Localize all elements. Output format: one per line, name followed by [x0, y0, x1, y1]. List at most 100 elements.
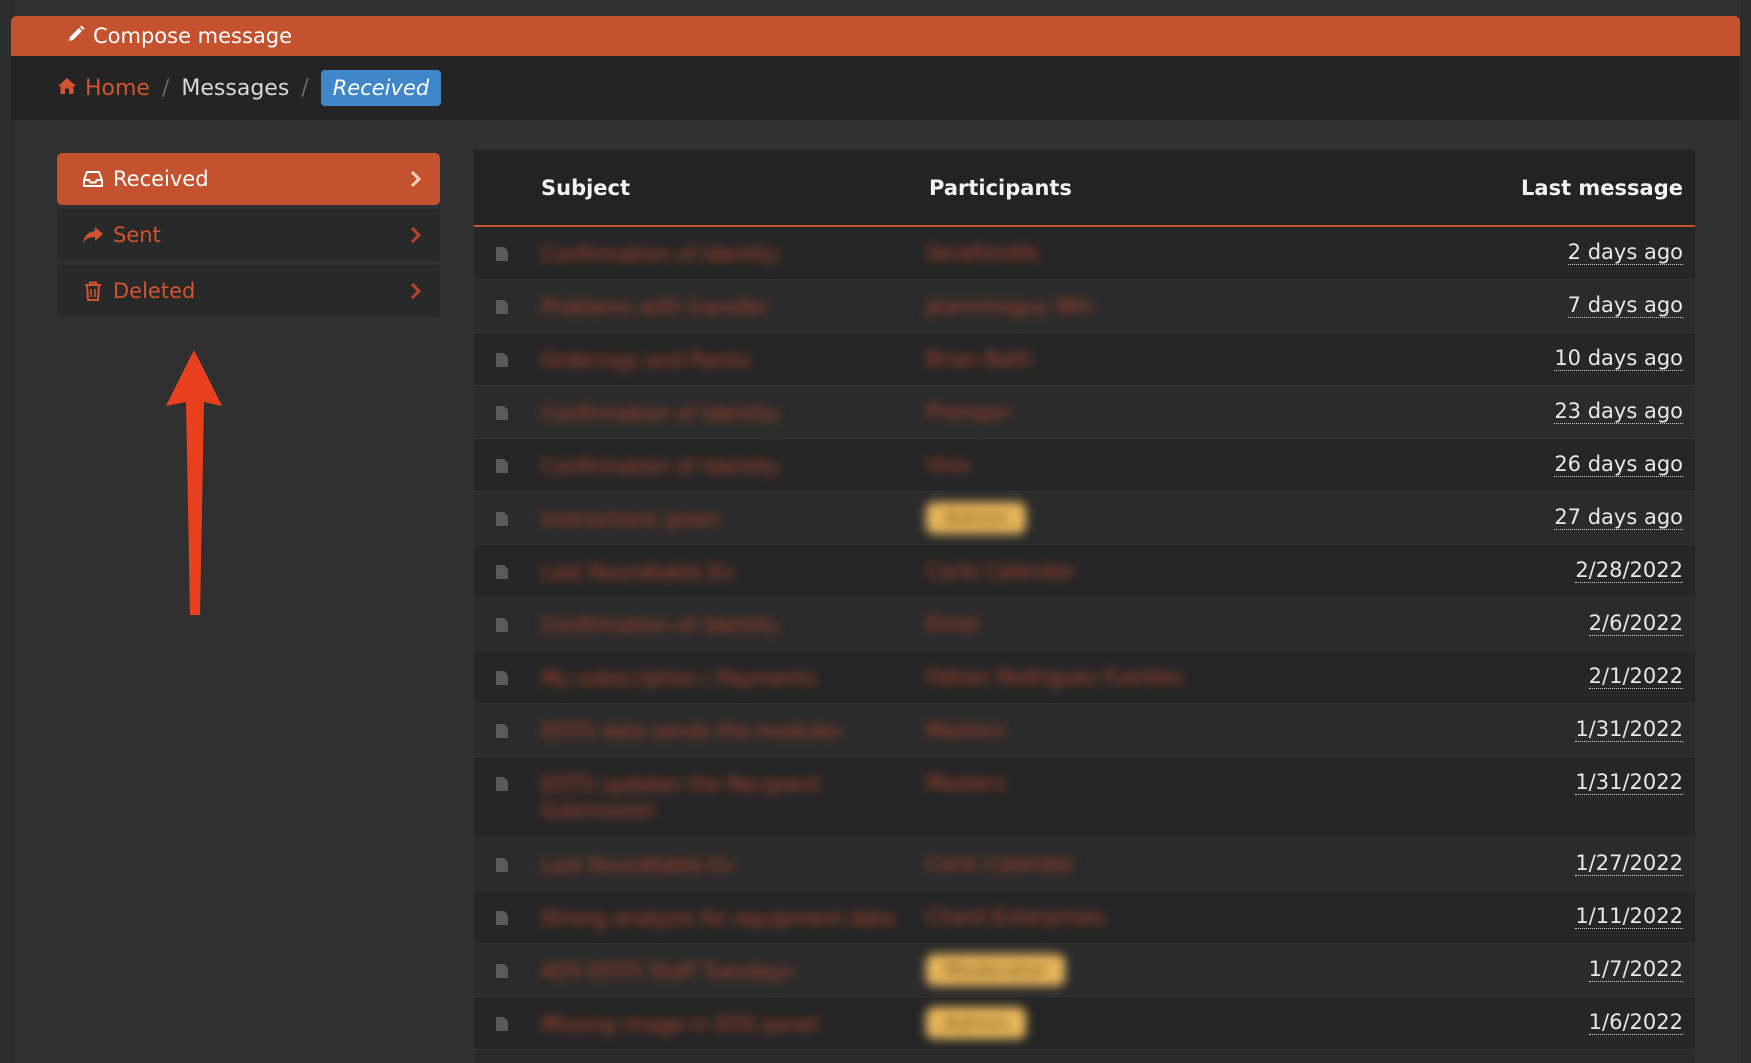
table-row[interactable]: Confirmation of Identity Elrod 2/6/2022	[474, 598, 1695, 651]
message-subject-link[interactable]: EOTS data sends the modules	[541, 718, 841, 744]
document-icon	[496, 1017, 508, 1031]
breadcrumb-separator: /	[301, 75, 309, 101]
message-last-date: 1/31/2022	[1575, 717, 1683, 742]
message-participants: Admin	[926, 502, 1026, 534]
table-row[interactable]: EOTS updates the Recipient Submission Mas…	[474, 757, 1695, 838]
document-icon	[496, 964, 508, 978]
message-subject-link[interactable]: Orderings and Paints	[541, 347, 749, 373]
message-subject-link[interactable]: Missing image in EOS panel	[541, 1011, 818, 1037]
message-participants: Vino	[926, 453, 970, 477]
table-body: Confirmation of Identity Serafimidik 2 day…	[474, 227, 1695, 1050]
document-icon	[496, 300, 508, 314]
message-participants: Chard Enterprises	[926, 905, 1106, 929]
column-header-subject[interactable]: Subject	[541, 176, 630, 200]
pencil-icon	[67, 24, 85, 48]
table-header: Subject Participants Last message	[474, 150, 1695, 227]
nav-item-deleted[interactable]: Deleted	[57, 265, 440, 317]
message-participants: Masters	[926, 771, 1005, 795]
table-row[interactable]: EOTS data sends the modules Masters 1/31/2…	[474, 704, 1695, 757]
message-last-date: 1/11/2022	[1575, 904, 1683, 929]
document-icon	[496, 671, 508, 685]
nav-item-received-label: Received	[113, 167, 209, 191]
breadcrumb: Home / Messages / Received	[11, 56, 1740, 120]
message-subject-link[interactable]: ADS EOTS Staff Tuesdays	[541, 958, 794, 984]
message-participants: Prempor	[926, 400, 1011, 424]
breadcrumb-messages[interactable]: Messages	[181, 76, 289, 101]
column-header-last-message[interactable]: Last message	[1521, 176, 1683, 200]
table-row[interactable]: Confirmation of Identity Serafimidik 2 day…	[474, 227, 1695, 280]
table-row[interactable]: Missing image in EOS panel Admin 1/6/2022	[474, 997, 1695, 1050]
message-last-date: 1/27/2022	[1575, 851, 1683, 876]
message-subject-link[interactable]: Instructions given	[541, 506, 720, 532]
nav-item-sent[interactable]: Sent	[57, 209, 440, 261]
message-subject-link[interactable]: Problems with transfer	[541, 294, 767, 320]
table-row[interactable]: My subscription / Payments Fabian Rodrigu…	[474, 651, 1695, 704]
message-last-date: 26 days ago	[1554, 452, 1683, 477]
table-row[interactable]: ADS EOTS Staff Tuesdays Moderator 1/7/2022	[474, 944, 1695, 997]
table-row[interactable]: Instructions given Admin 27 days ago	[474, 492, 1695, 545]
chevron-right-icon	[410, 225, 422, 249]
breadcrumb-home-label: Home	[85, 75, 150, 101]
message-last-date: 2/1/2022	[1588, 664, 1683, 689]
chevron-right-icon	[410, 281, 422, 305]
mailbox-nav: Received Sent Deleted	[57, 153, 440, 321]
message-last-date: 1/6/2022	[1588, 1010, 1683, 1035]
message-participants: Carlo Calendar	[926, 852, 1075, 876]
document-icon	[496, 565, 508, 579]
document-icon	[496, 911, 508, 925]
document-icon	[496, 247, 508, 261]
share-icon	[82, 224, 104, 246]
message-subject-link[interactable]: Confirmation of Identity	[541, 400, 779, 426]
message-subject-link[interactable]: Last Roundtable Ex	[541, 559, 734, 585]
message-participants: jeanninoguy Win	[926, 294, 1094, 318]
document-icon	[496, 777, 508, 791]
table-row[interactable]: Strong analysis for equipment data Chard …	[474, 891, 1695, 944]
table-row[interactable]: Confirmation of Identity Prempor 23 days a…	[474, 386, 1695, 439]
table-row[interactable]: Problems with transfer jeanninoguy Win 7 d…	[474, 280, 1695, 333]
message-last-date: 27 days ago	[1554, 505, 1683, 530]
breadcrumb-separator: /	[161, 75, 170, 101]
message-participants: Moderator	[926, 954, 1066, 986]
messages-table: Subject Participants Last message Confir…	[474, 150, 1695, 1063]
message-last-date: 2/6/2022	[1588, 611, 1683, 636]
document-icon	[496, 459, 508, 473]
message-subject-link[interactable]: Confirmation of Identity	[541, 612, 779, 638]
message-subject-link[interactable]: Strong analysis for equipment data	[541, 905, 894, 931]
chevron-right-icon	[410, 169, 422, 193]
nav-item-deleted-label: Deleted	[113, 279, 196, 303]
column-header-participants[interactable]: Participants	[929, 176, 1072, 200]
compose-message-button[interactable]: Compose message	[67, 24, 292, 48]
document-icon	[496, 618, 508, 632]
nav-item-sent-label: Sent	[113, 223, 161, 247]
table-row[interactable]: Last Roundtable Ex Carlo Calendar 2/28/202…	[474, 545, 1695, 598]
message-participants: Brian Batti	[926, 347, 1033, 371]
message-participants: Elrod	[926, 612, 977, 636]
message-last-date: 23 days ago	[1554, 399, 1683, 424]
table-row[interactable]: Orderings and Paints Brian Batti 10 days a…	[474, 333, 1695, 386]
compose-message-label: Compose message	[93, 24, 293, 48]
table-row[interactable]: Confirmation of Identity Vino 26 days ago	[474, 439, 1695, 492]
breadcrumb-current: Received	[320, 70, 442, 106]
nav-item-received[interactable]: Received	[57, 153, 440, 205]
document-icon	[496, 353, 508, 367]
message-subject-link[interactable]: EOTS updates the Recipient Submission	[541, 771, 901, 823]
document-icon	[496, 512, 508, 526]
breadcrumb-home[interactable]: Home	[57, 76, 150, 101]
message-participants: Fabian Rodriguez Fuentes	[926, 665, 1183, 689]
message-participants: Carlo Calendar	[926, 559, 1075, 583]
message-participants: Admin	[926, 1007, 1026, 1039]
message-last-date: 7 days ago	[1567, 293, 1683, 318]
document-icon	[496, 724, 508, 738]
message-subject-link[interactable]: Last Roundtable Ex	[541, 852, 734, 878]
annotation-arrow-icon	[166, 350, 222, 615]
message-last-date: 1/31/2022	[1575, 770, 1683, 795]
table-row[interactable]: Last Roundtable Ex Carlo Calendar 1/27/202…	[474, 838, 1695, 891]
message-participants: Masters	[926, 718, 1005, 742]
message-participants: Serafimidik	[926, 241, 1039, 265]
message-subject-link[interactable]: My subscription / Payments	[541, 665, 816, 691]
message-subject-link[interactable]: Confirmation of Identity	[541, 453, 779, 479]
message-last-date: 1/7/2022	[1588, 957, 1683, 982]
message-subject-link[interactable]: Confirmation of Identity	[541, 241, 779, 267]
document-icon	[496, 858, 508, 872]
inbox-icon	[82, 168, 104, 190]
